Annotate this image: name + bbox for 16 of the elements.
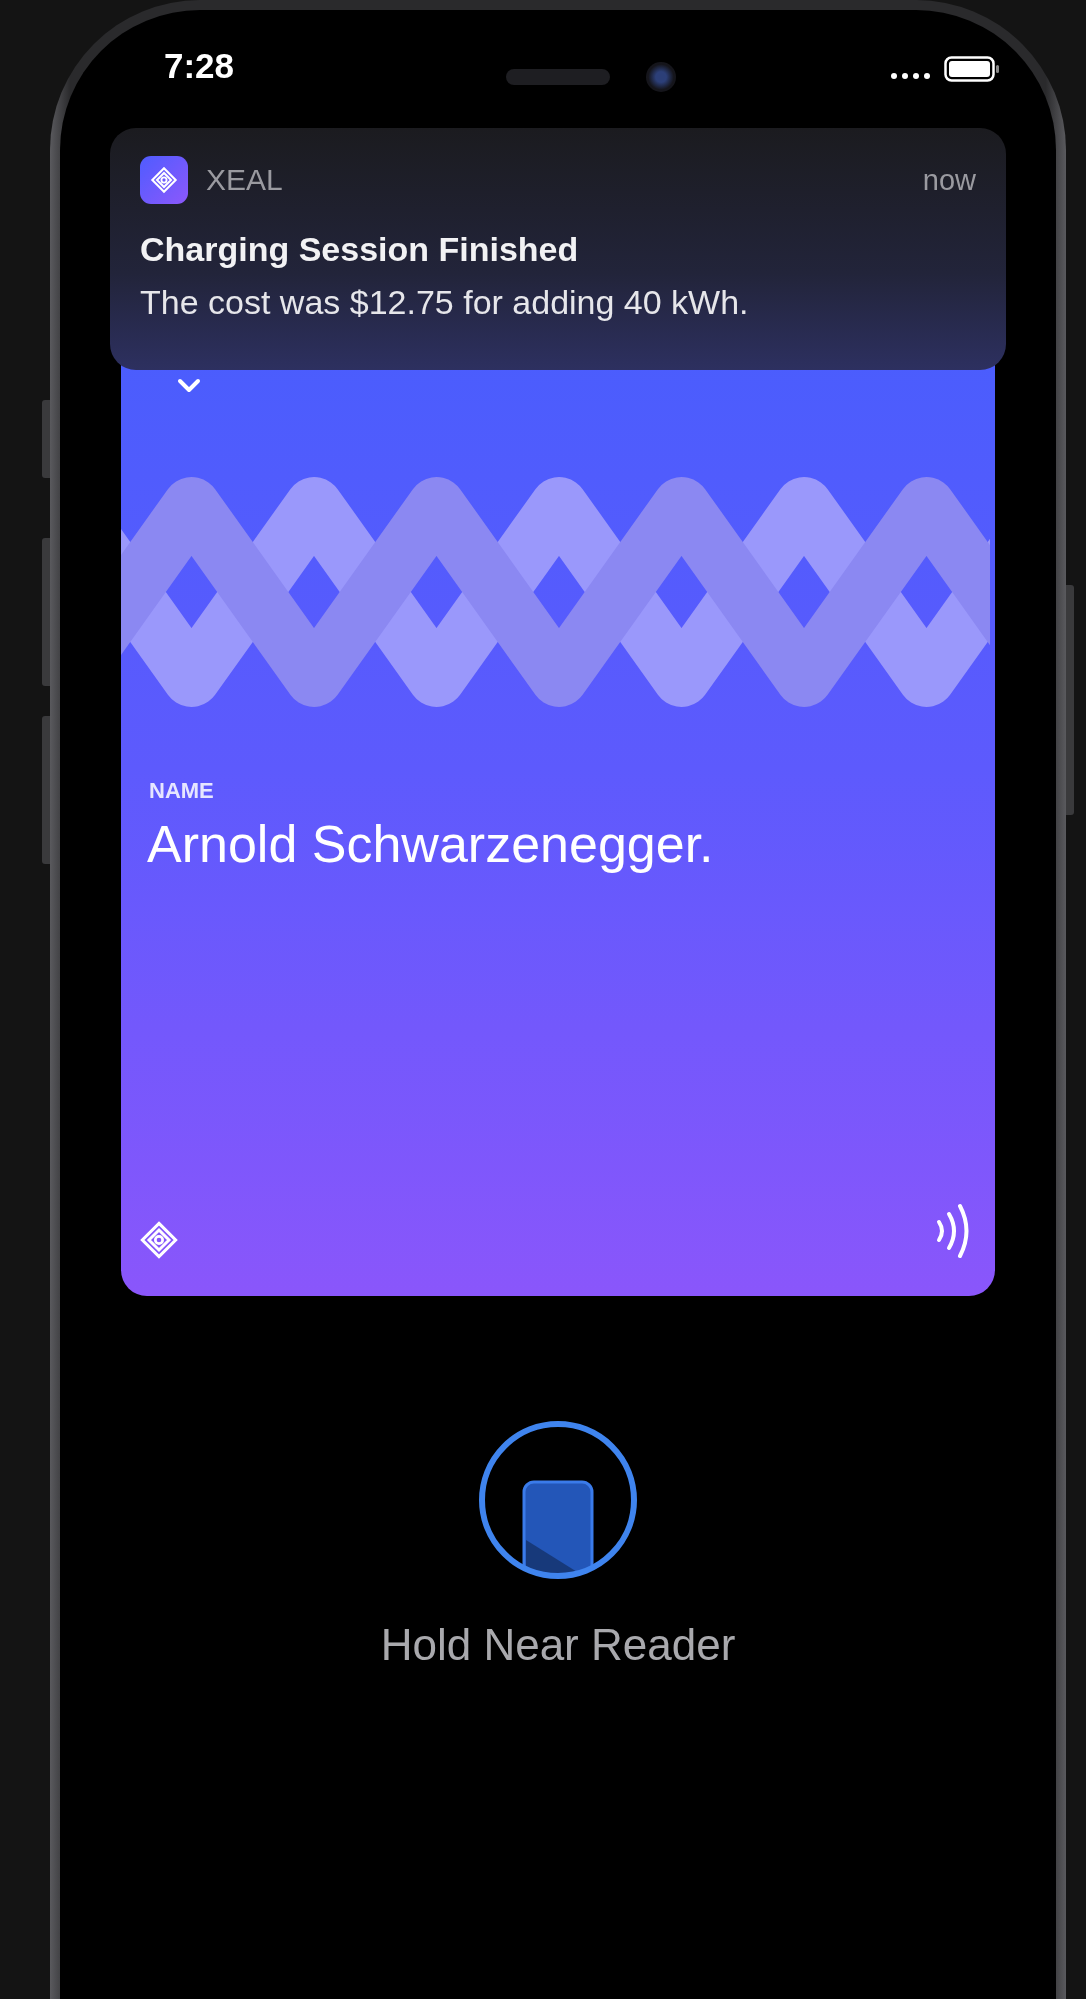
chevron-down-icon[interactable] (177, 378, 201, 394)
field-label: NAME (149, 778, 214, 804)
phone-reader-icon (478, 1420, 638, 1580)
hold-near-reader-text: Hold Near Reader (380, 1620, 736, 1670)
notification-time: now (922, 163, 976, 197)
notification-banner[interactable]: XEAL now Charging Session Finished The cost was $12.75 for adding 40 kWh. (110, 128, 1006, 370)
app-logo-icon (140, 156, 188, 204)
notification-message: The cost was $12.75 for adding 40 kWh. (140, 283, 750, 322)
battery-icon (944, 56, 1000, 82)
camera-lens (646, 62, 676, 92)
brand-logo-icon (139, 1220, 179, 1260)
signal-dots-icon (891, 73, 930, 79)
status-time: 7:28 (164, 46, 235, 86)
notification-title: Charging Session Finished (140, 230, 580, 269)
app-name: XEAL (206, 163, 284, 197)
cardholder-name: Arnold Schwarzenegger. (147, 814, 714, 874)
